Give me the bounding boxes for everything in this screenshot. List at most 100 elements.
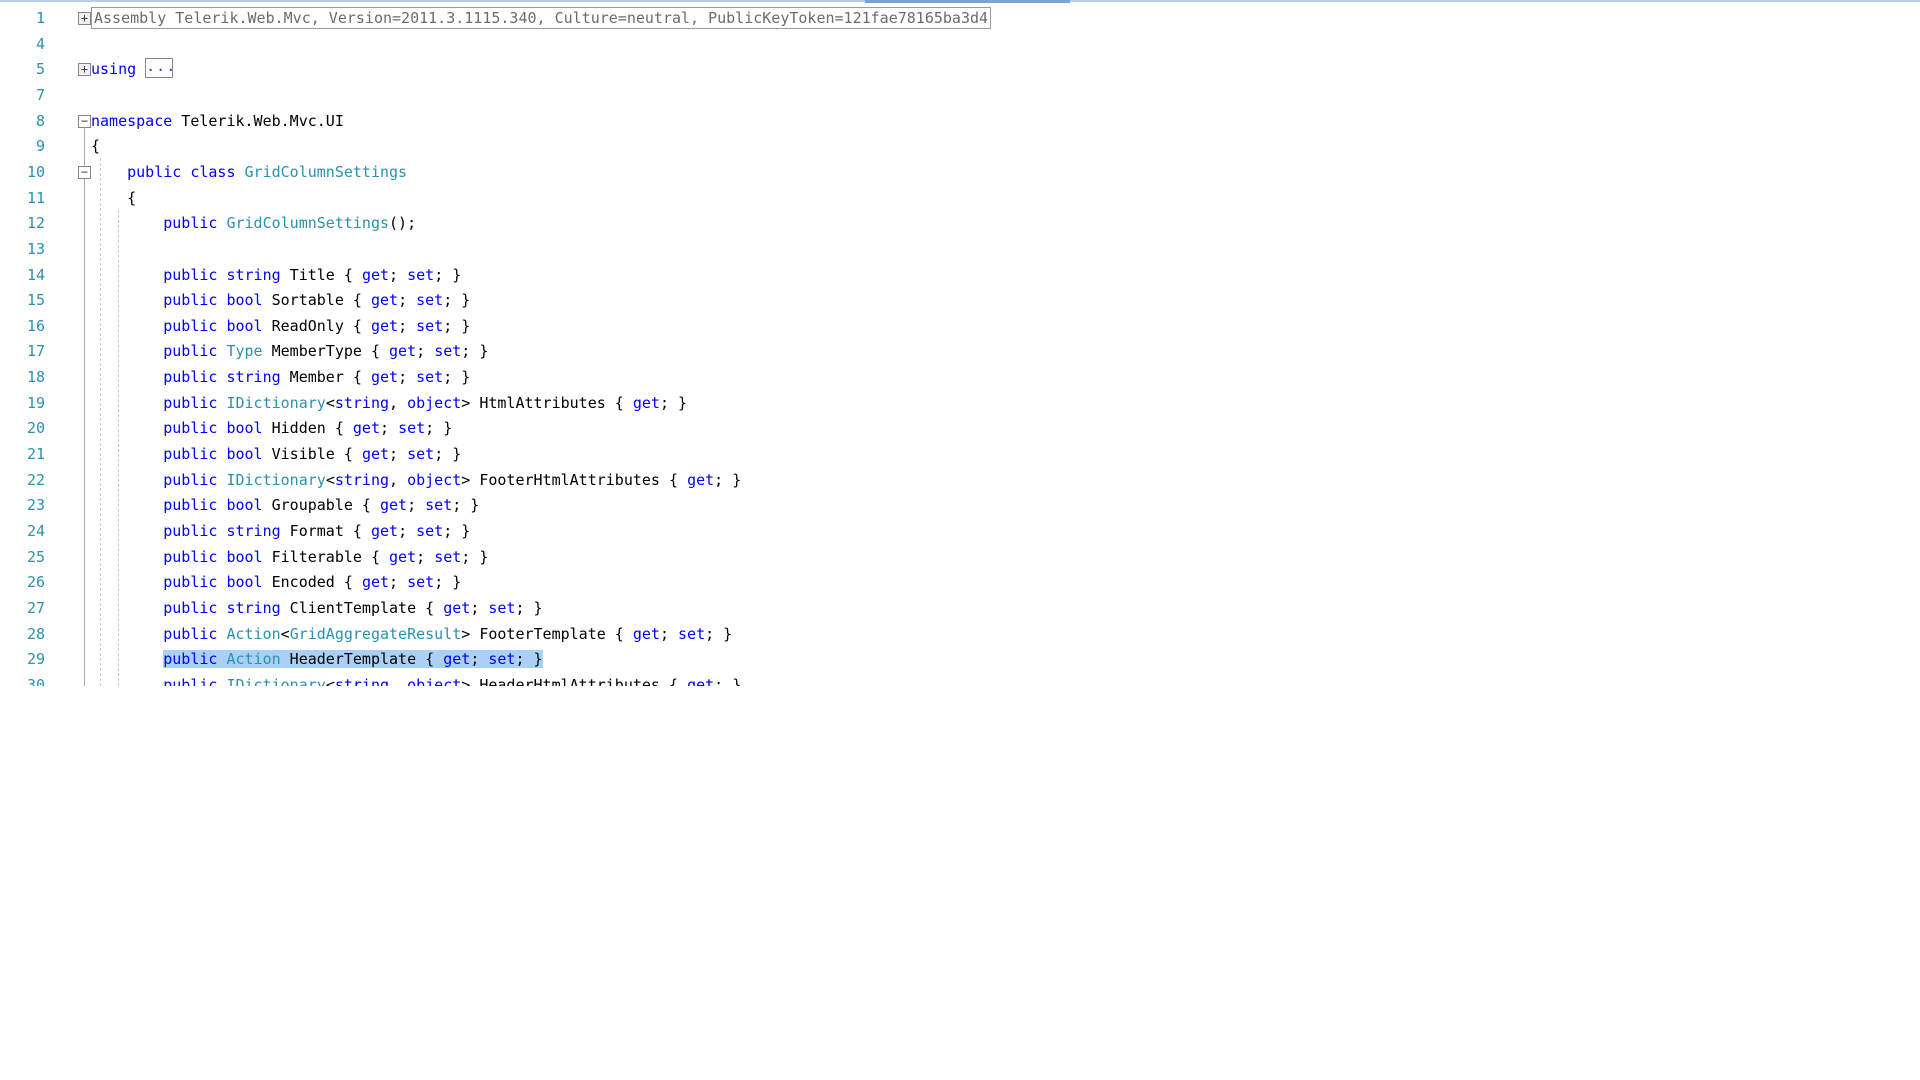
line-number[interactable]: 18 — [0, 365, 45, 391]
line-number[interactable]: 30 — [0, 673, 45, 686]
code-line[interactable]: 23 public bool Groupable { get; set; } — [0, 493, 1920, 519]
code-text: { — [91, 134, 100, 160]
code-token: Groupable { — [263, 496, 380, 514]
code-token: public bool — [163, 419, 262, 437]
code-token: public — [163, 471, 226, 489]
code-line[interactable]: 22 public IDictionary<string, object> Fo… — [0, 468, 1920, 494]
code-line[interactable]: 8−namespace Telerik.Web.Mvc.UI — [0, 109, 1920, 135]
line-number[interactable]: 22 — [0, 468, 45, 494]
code-token: Action — [226, 625, 280, 643]
code-line[interactable]: 5+using... — [0, 57, 1920, 83]
code-area[interactable]: 1+Assembly Telerik.Web.Mvc, Version=2011… — [0, 2, 1920, 686]
code-token: set — [416, 317, 443, 335]
code-token: set — [488, 599, 515, 617]
line-number[interactable]: 8 — [0, 109, 45, 135]
line-number[interactable]: 4 — [0, 32, 45, 58]
code-token: , — [389, 676, 407, 686]
code-line[interactable]: 13 — [0, 237, 1920, 263]
code-token: < — [281, 625, 290, 643]
code-line[interactable]: 21 public bool Visible { get; set; } — [0, 442, 1920, 468]
code-line[interactable]: 11 { — [0, 186, 1920, 212]
code-token: ; } — [705, 625, 732, 643]
line-number[interactable]: 17 — [0, 339, 45, 365]
code-editor: 1+Assembly Telerik.Web.Mvc, Version=2011… — [0, 0, 1920, 1080]
code-line[interactable]: 28 public Action<GridAggregateResult> Fo… — [0, 622, 1920, 648]
collapse-region-icon[interactable]: − — [78, 166, 91, 179]
code-text: { — [91, 186, 136, 212]
line-number[interactable]: 23 — [0, 493, 45, 519]
line-number[interactable]: 16 — [0, 314, 45, 340]
code-line[interactable]: 27 public string ClientTemplate { get; s… — [0, 596, 1920, 622]
code-token: Sortable { — [263, 291, 371, 309]
code-token: ReadOnly { — [263, 317, 371, 335]
code-token: ; } — [660, 394, 687, 412]
code-token: < — [326, 471, 335, 489]
line-number[interactable]: 9 — [0, 134, 45, 160]
code-line[interactable]: 16 public bool ReadOnly { get; set; } — [0, 314, 1920, 340]
code-token: public — [163, 214, 217, 232]
code-line[interactable]: 19 public IDictionary<string, object> Ht… — [0, 391, 1920, 417]
line-number[interactable]: 19 — [0, 391, 45, 417]
line-number[interactable]: 29 — [0, 647, 45, 673]
code-token: { — [91, 137, 100, 155]
code-line[interactable]: 14 public string Title { get; set; } — [0, 263, 1920, 289]
line-number[interactable]: 27 — [0, 596, 45, 622]
code-line[interactable]: 10− public class GridColumnSettings — [0, 160, 1920, 186]
line-number[interactable]: 13 — [0, 237, 45, 263]
expand-region-icon[interactable]: + — [78, 12, 91, 25]
line-number[interactable]: 14 — [0, 263, 45, 289]
code-line[interactable]: 20 public bool Hidden { get; set; } — [0, 416, 1920, 442]
code-token: public bool — [163, 317, 262, 335]
line-number[interactable]: 25 — [0, 545, 45, 571]
code-line[interactable]: 29 public Action HeaderTemplate { get; s… — [0, 647, 1920, 673]
code-token: get — [380, 496, 407, 514]
code-text: public Action HeaderTemplate { get; set;… — [91, 647, 543, 673]
line-number[interactable]: 26 — [0, 570, 45, 596]
code-line[interactable]: 7 — [0, 83, 1920, 109]
code-token: set — [407, 573, 434, 591]
code-token: set — [416, 368, 443, 386]
code-token: ; } — [434, 573, 461, 591]
collapsed-usings-box[interactable]: ... — [145, 58, 173, 78]
collapsed-region-box[interactable]: Assembly Telerik.Web.Mvc, Version=2011.3… — [91, 7, 991, 29]
expand-region-icon[interactable]: + — [78, 63, 91, 76]
code-line[interactable]: 12 public GridColumnSettings(); — [0, 211, 1920, 237]
code-token: HeaderTemplate { — [281, 650, 444, 668]
code-token: set — [416, 522, 443, 540]
code-line[interactable]: 26 public bool Encoded { get; set; } — [0, 570, 1920, 596]
line-number[interactable]: 1 — [0, 6, 45, 32]
code-token: Title { — [281, 266, 362, 284]
code-line[interactable]: 25 public bool Filterable { get; set; } — [0, 545, 1920, 571]
line-number[interactable]: 11 — [0, 186, 45, 212]
code-token: ; } — [714, 676, 741, 686]
code-token: object — [407, 471, 461, 489]
line-number[interactable]: 24 — [0, 519, 45, 545]
line-number[interactable]: 21 — [0, 442, 45, 468]
code-token: Format { — [281, 522, 371, 540]
code-line[interactable]: 9{ — [0, 134, 1920, 160]
line-number[interactable]: 20 — [0, 416, 45, 442]
code-token: get — [633, 625, 660, 643]
line-number[interactable]: 12 — [0, 211, 45, 237]
collapse-region-icon[interactable]: − — [78, 115, 91, 128]
code-line[interactable]: 1 +Assembly Telerik.Web.Mvc, Version=2011… — [0, 6, 1920, 32]
line-number[interactable]: 5 — [0, 57, 45, 83]
line-number[interactable]: 28 — [0, 622, 45, 648]
code-token: ; } — [434, 266, 461, 284]
code-token: Telerik.Web.Mvc.UI — [172, 112, 344, 130]
code-line[interactable]: 4 — [0, 32, 1920, 58]
code-token: > FooterHtmlAttributes { — [461, 471, 687, 489]
line-number[interactable]: 15 — [0, 288, 45, 314]
code-line[interactable]: 15 public bool Sortable { get; set; } — [0, 288, 1920, 314]
code-token: ; — [470, 599, 488, 617]
code-text: public string Format { get; set; } — [91, 519, 470, 545]
code-token: ; — [398, 368, 416, 386]
line-number[interactable]: 10 — [0, 160, 45, 186]
code-line[interactable]: 18 public string Member { get; set; } — [0, 365, 1920, 391]
code-line[interactable]: 30 public IDictionary<string, object> He… — [0, 673, 1920, 686]
code-text: public bool Groupable { get; set; } — [91, 493, 479, 519]
code-token: get — [687, 471, 714, 489]
line-number[interactable]: 7 — [0, 83, 45, 109]
code-line[interactable]: 24 public string Format { get; set; } — [0, 519, 1920, 545]
code-line[interactable]: 17 public Type MemberType { get; set; } — [0, 339, 1920, 365]
